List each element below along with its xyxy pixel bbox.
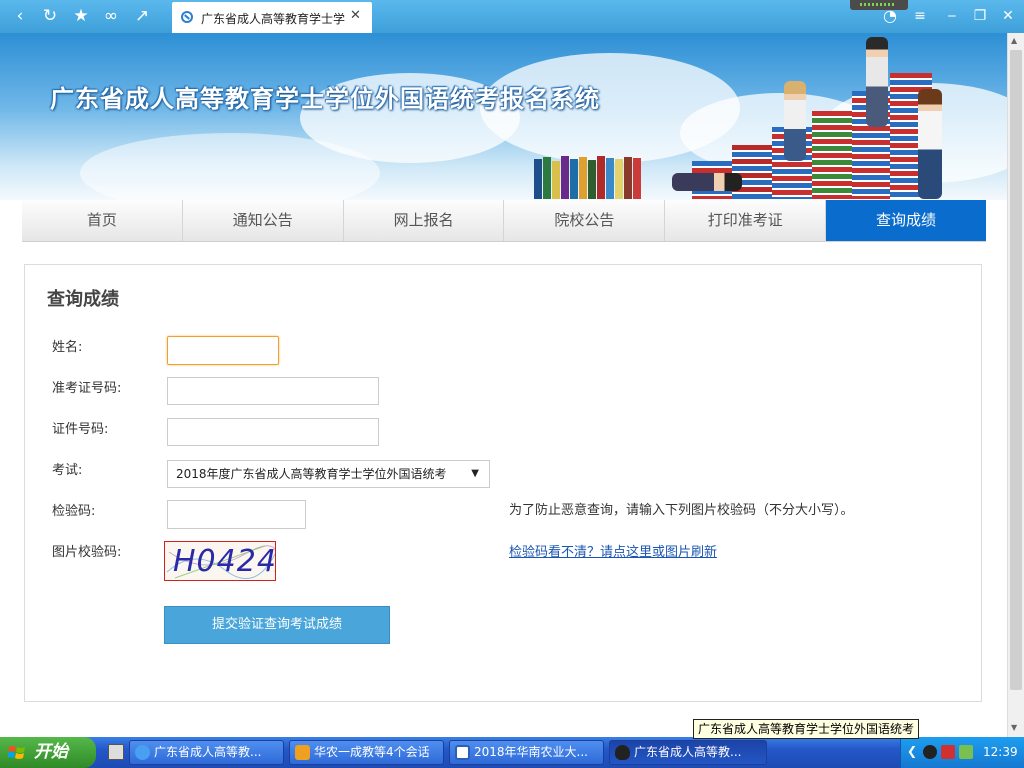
site-title: 广东省成人高等教育学士学位外国语统考报名系统	[50, 85, 600, 113]
exam-select[interactable]: 2018年度广东省成人高等教育学士学位外国语统考 ▼	[167, 460, 490, 488]
name-label: 姓名:	[52, 340, 83, 355]
refresh-icon[interactable]: ↻	[40, 6, 60, 26]
bookmark-icon[interactable]: ★	[71, 6, 91, 26]
id-number-input[interactable]	[167, 418, 379, 446]
show-desktop-icon[interactable]	[108, 744, 124, 760]
taskbar-item-browser[interactable]: 广东省成人高等教...	[129, 740, 284, 765]
site-favicon-icon	[181, 11, 193, 23]
id-number-label: 证件号码:	[52, 422, 109, 437]
network-icon[interactable]	[959, 745, 973, 759]
books-illustration	[534, 155, 646, 199]
captcha-refresh-link[interactable]: 检验码看不清？请点这里或图片刷新	[509, 541, 717, 560]
nav-online-registration[interactable]: 网上报名	[344, 200, 505, 241]
ticket-number-input[interactable]	[167, 377, 379, 405]
taskbar-tooltip: 广东省成人高等教育学士学位外国语统考	[693, 719, 920, 739]
share-icon[interactable]: ↗	[132, 6, 152, 26]
verify-code-input[interactable]	[167, 500, 306, 529]
qq-tray-icon[interactable]	[923, 745, 937, 759]
taskbar-item-label: 广东省成人高等教...	[634, 745, 742, 759]
nav-notices[interactable]: 通知公告	[183, 200, 344, 241]
verify-code-hint: 为了防止恶意查询，请输入下列图片校验码（不分大小写）。	[509, 503, 854, 518]
menu-icon[interactable]: ≡	[910, 6, 930, 26]
taskbar-item-document[interactable]: 2018年华南农业大...	[449, 740, 604, 765]
site-banner: 广东省成人高等教育学士学位外国语统考报名系统	[0, 33, 1007, 200]
ticket-number-label: 准考证号码:	[52, 381, 122, 396]
captcha-image[interactable]: H0424	[164, 541, 276, 581]
page-title: 查询成绩	[47, 289, 119, 310]
main-nav: 首页 通知公告 网上报名 院校公告 打印准考证 查询成绩	[22, 200, 986, 242]
link-icon[interactable]: ∞	[101, 6, 121, 26]
name-input[interactable]	[167, 336, 279, 365]
qq-icon	[615, 745, 630, 760]
tab-close-icon[interactable]: ✕	[350, 8, 361, 23]
nav-home[interactable]: 首页	[22, 200, 183, 241]
taskbar: 开始 广东省成人高等教... 华农一成教等4个会话 2018年华南农业大... …	[0, 737, 1024, 768]
ie-icon	[135, 745, 150, 760]
chat-icon	[295, 745, 310, 760]
browser-toolbar: ‹ ↻ ★ ∞ ↗ 广东省成人高等教育学士学 ✕ ◔ ≡ ‒ ❐ ✕	[0, 0, 1024, 33]
taskbar-item-label: 华农一成教等4个会话	[314, 745, 430, 759]
chevron-down-icon: ▼	[471, 468, 479, 479]
captcha-label: 图片校验码:	[52, 545, 122, 560]
tab-title: 广东省成人高等教育学士学	[201, 12, 346, 26]
nav-school-announcements[interactable]: 院校公告	[504, 200, 666, 241]
scroll-up-icon[interactable]: ▲	[1011, 36, 1017, 45]
system-tray: ❮ 12:39	[900, 737, 1024, 768]
volume-icon[interactable]	[941, 745, 955, 759]
nav-print-admission-ticket[interactable]: 打印准考证	[665, 200, 827, 241]
taskbar-item-label: 广东省成人高等教...	[154, 745, 262, 759]
taskbar-item-label: 2018年华南农业大...	[474, 745, 588, 759]
verify-code-label: 检验码:	[52, 504, 96, 519]
back-icon[interactable]: ‹	[10, 6, 30, 26]
browser-tab[interactable]: 广东省成人高等教育学士学 ✕	[172, 2, 372, 33]
taskbar-item-chat[interactable]: 华农一成教等4个会话	[289, 740, 444, 765]
tray-expand-icon[interactable]: ❮	[907, 744, 917, 758]
clock[interactable]: 12:39	[983, 745, 1018, 759]
restore-icon[interactable]: ❐	[970, 6, 990, 26]
close-icon[interactable]: ✕	[998, 6, 1018, 26]
submit-query-button[interactable]: 提交验证查询考试成绩	[164, 606, 390, 644]
captcha-text: H0424	[173, 544, 276, 579]
exam-select-value: 2018年度广东省成人高等教育学士学位外国语统考	[176, 467, 447, 481]
web-page: 广东省成人高等教育学士学位外国语统考报名系统 首页 通知公告 网上报名 院校公告…	[0, 33, 1007, 737]
page-scrollbar[interactable]: ▲ ▼	[1007, 33, 1024, 737]
start-button[interactable]: 开始	[0, 737, 96, 768]
scroll-down-icon[interactable]: ▼	[1011, 723, 1017, 732]
exam-label: 考试:	[52, 463, 83, 478]
scroll-thumb[interactable]	[1010, 50, 1022, 690]
word-icon	[455, 745, 470, 760]
start-label: 开始	[34, 742, 68, 762]
nav-query-scores[interactable]: 查询成绩	[826, 200, 986, 241]
browser-logo-icon[interactable]: ◔	[880, 6, 900, 26]
minimize-icon[interactable]: ‒	[942, 6, 962, 26]
taskbar-item-qq[interactable]: 广东省成人高等教...	[609, 740, 767, 765]
windows-logo-icon	[8, 746, 25, 759]
score-query-panel: 查询成绩 姓名: 准考证号码: 证件号码: 考试: 2018年度广东省成人高等教…	[24, 264, 982, 702]
